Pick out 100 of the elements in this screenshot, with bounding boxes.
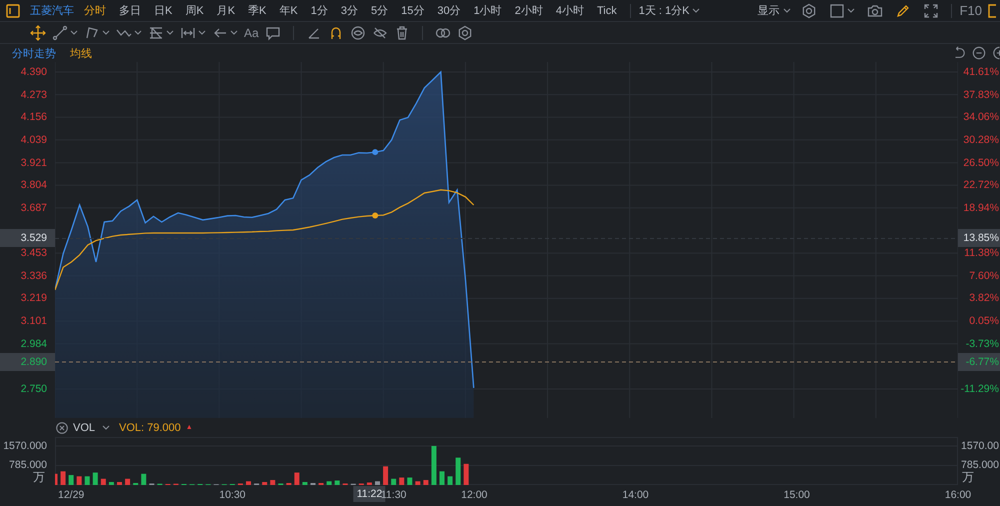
- volume-tick: 1570.00: [961, 438, 999, 453]
- volume-reading: VOL: 79.000: [119, 422, 181, 434]
- range-dropdown[interactable]: 1天 : 1分K: [638, 3, 700, 18]
- period-tab[interactable]: 年K: [279, 3, 298, 18]
- grid-lines-tool[interactable]: [148, 24, 174, 40]
- percent-tick: 37.83%: [963, 88, 999, 102]
- percent-tick: 30.28%: [963, 132, 999, 147]
- zoom-in-icon[interactable]: [992, 46, 1000, 60]
- settings-tool[interactable]: [456, 24, 473, 40]
- settings-button[interactable]: [800, 2, 817, 18]
- display-dropdown[interactable]: 显示: [758, 3, 791, 18]
- price-tick: 4.156: [20, 110, 47, 124]
- time-tick: 12:00: [461, 489, 488, 501]
- data-point: [372, 149, 378, 156]
- time-tick: 16:00: [944, 489, 972, 501]
- comment-tool[interactable]: [264, 24, 281, 40]
- percent-tick: 18.94%: [963, 200, 999, 215]
- period-tab[interactable]: 4小时: [556, 3, 584, 18]
- camera-icon: [866, 2, 883, 18]
- percent-tick: -11.29%: [960, 382, 999, 396]
- caret-icon[interactable]: [102, 425, 110, 430]
- line-segment-icon: [52, 24, 68, 40]
- indicator-name[interactable]: VOL: [73, 422, 96, 434]
- period-tab[interactable]: 3分: [340, 3, 358, 18]
- price-tick: 3.219: [20, 291, 47, 306]
- period-tab[interactable]: 季K: [248, 3, 266, 18]
- checkbox-icon: [828, 2, 845, 18]
- period-tab[interactable]: 2小时: [514, 3, 543, 18]
- percent-tick: 3.82%: [969, 291, 999, 306]
- period-tab[interactable]: 日K: [154, 3, 172, 18]
- price-tick: 2.750: [20, 382, 47, 396]
- unit-label: 万: [33, 470, 45, 484]
- price-tick: 2.984: [20, 336, 47, 351]
- price-tick: 4.390: [20, 65, 47, 80]
- price-badge: 3.529: [0, 229, 55, 248]
- percent-tick: 0.05%: [969, 314, 999, 328]
- period-tab[interactable]: 15分: [401, 3, 424, 18]
- pencil-button[interactable]: [894, 2, 911, 18]
- time-tick: 11:30: [380, 489, 406, 501]
- legend-label: 均线: [70, 46, 92, 60]
- pencil-icon: [894, 2, 911, 18]
- price-tick: 4.039: [20, 132, 47, 147]
- period-tab[interactable]: 1分: [310, 3, 328, 18]
- volume-tick: 785.000: [9, 458, 47, 472]
- caret-icon: [846, 8, 855, 13]
- period-tab[interactable]: 周K: [185, 3, 204, 18]
- caret-icon: [198, 30, 206, 35]
- price-tick: 3.687: [20, 200, 47, 215]
- volume-tick: 785.000: [961, 458, 999, 472]
- period-tab[interactable]: 5分: [370, 3, 388, 18]
- price-tick: 4.273: [20, 88, 47, 102]
- f10-button[interactable]: F10: [960, 3, 982, 18]
- caret-icon: [166, 30, 174, 35]
- polyline-icon: [84, 24, 100, 40]
- percent-badge: -6.77%: [958, 352, 1000, 371]
- period-tab[interactable]: 1小时: [474, 3, 502, 18]
- period-tab[interactable]: 分时: [84, 3, 106, 18]
- price-tick: 3.453: [20, 246, 47, 260]
- panel-icon[interactable]: [6, 4, 20, 18]
- price-tick: 3.921: [20, 156, 47, 170]
- hide-tool[interactable]: [372, 24, 388, 40]
- caret-icon: [134, 30, 142, 35]
- period-tab[interactable]: 30分: [437, 3, 461, 18]
- period-tab[interactable]: 月K: [216, 3, 236, 18]
- percent-badge: 13.85%: [958, 229, 1000, 248]
- percent-tick: 7.60%: [969, 268, 999, 283]
- time-tick: 15:00: [784, 489, 810, 501]
- legend-label: 分时走势: [12, 46, 56, 60]
- zoom-out-icon[interactable]: [972, 46, 986, 60]
- eye-icon: [350, 24, 366, 40]
- text-tool[interactable]: Aa: [244, 26, 259, 40]
- caret-icon: [102, 30, 110, 35]
- comment-icon: [264, 24, 281, 40]
- checkbox-button[interactable]: [828, 2, 855, 18]
- polyline-tool[interactable]: [84, 24, 110, 40]
- price-tick: 3.336: [20, 268, 47, 283]
- data-point: [372, 212, 378, 218]
- period-tab[interactable]: Tick: [596, 4, 617, 16]
- time-tick: 12/29: [58, 489, 84, 501]
- price-tick: 3.804: [20, 178, 47, 192]
- percent-tick: -3.73%: [966, 336, 999, 351]
- time-tick: 14:00: [622, 489, 649, 501]
- percent-tick: 11.38%: [964, 246, 999, 260]
- fullscreen-icon: [922, 2, 939, 18]
- percent-tick: 34.06%: [963, 110, 999, 124]
- grid-lines-icon: [148, 24, 164, 40]
- caret-icon: [782, 8, 791, 13]
- period-tab[interactable]: 多日: [119, 3, 141, 18]
- eye-tool[interactable]: [350, 24, 366, 40]
- move-tool[interactable]: [30, 24, 46, 40]
- unit-label: 万: [962, 470, 974, 484]
- camera-button[interactable]: [866, 2, 883, 18]
- price-tick: 3.101: [20, 314, 47, 328]
- percent-tick: 22.72%: [963, 178, 999, 192]
- line-segment-tool[interactable]: [52, 24, 78, 40]
- volume-tick: 1570.000: [3, 438, 47, 453]
- stock-name[interactable]: 五菱汽车: [30, 3, 74, 18]
- fullscreen-button[interactable]: [922, 2, 939, 18]
- caret-icon: [70, 30, 78, 35]
- close-icon[interactable]: [56, 422, 68, 434]
